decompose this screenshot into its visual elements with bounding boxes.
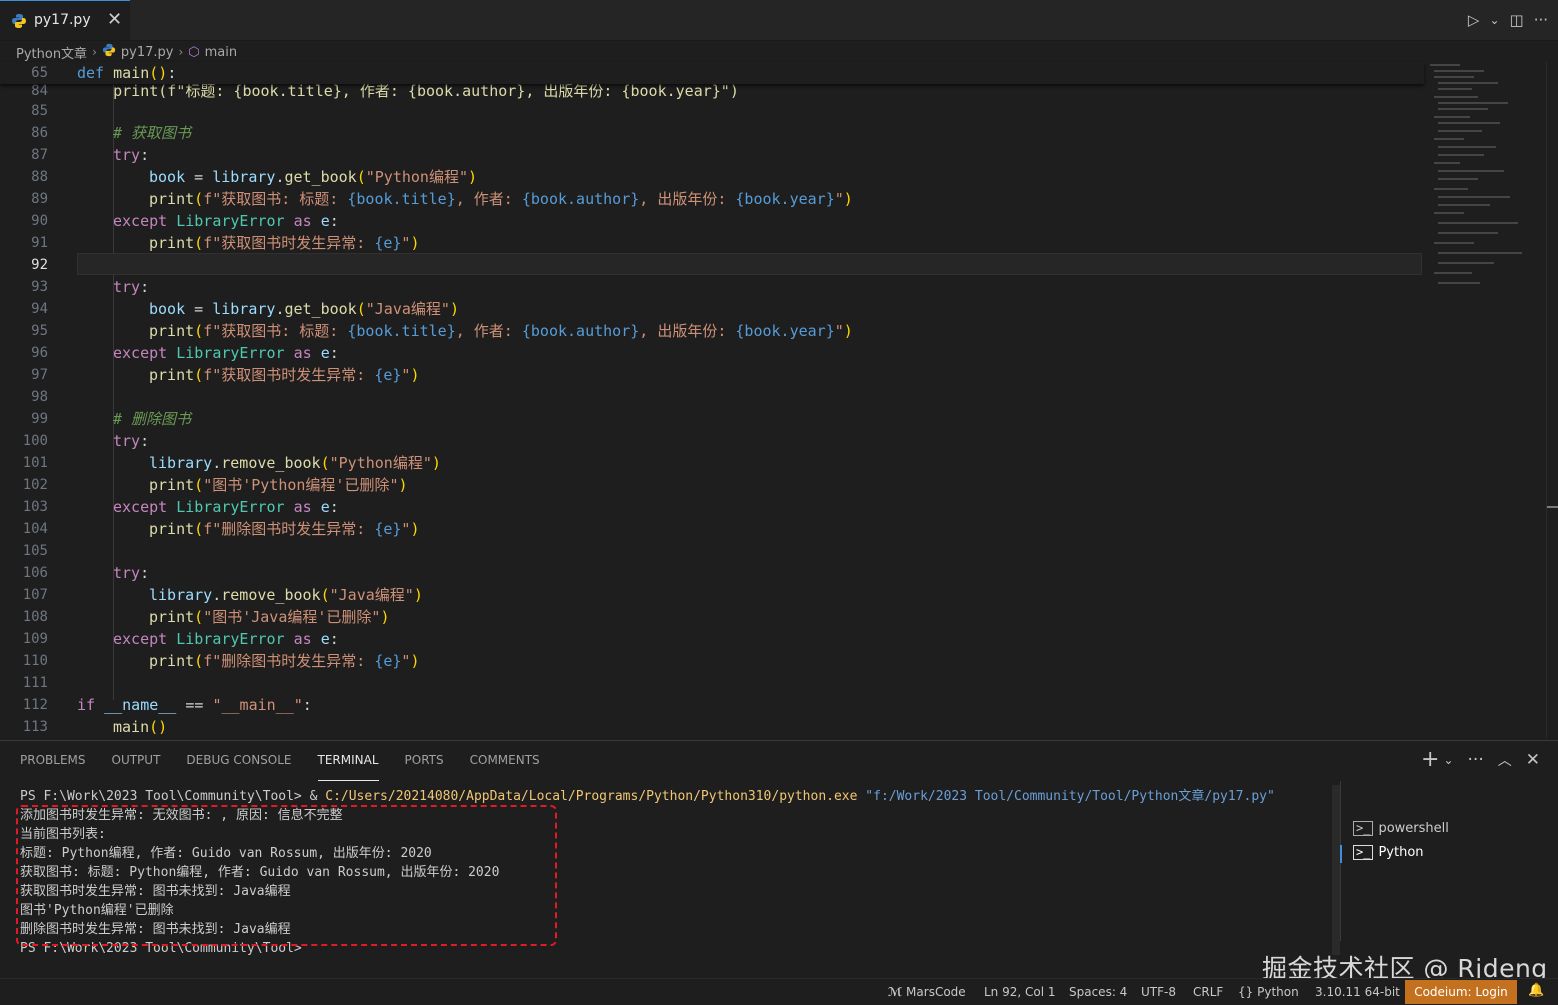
tab-debug-console[interactable]: DEBUG CONSOLE [186, 751, 291, 777]
more-actions-icon[interactable]: ··· [1534, 8, 1548, 32]
marscode-status[interactable]: ℳ MarsCode [888, 985, 966, 999]
chevron-right-icon: › [92, 45, 97, 59]
sticky-scroll-header[interactable]: 65 def main(): [0, 62, 1424, 84]
tab-bar: py17.py ✕ ▷ ⌄ ◫ ··· [0, 0, 1558, 41]
code-line[interactable]: 97 print(f"获取图书时发生异常: {e}") [0, 364, 1424, 386]
language-mode[interactable]: {} Python [1238, 985, 1299, 999]
code-line[interactable]: 107 library.remove_book("Java编程") [0, 584, 1424, 606]
terminal-item-powershell[interactable]: >_ powershell [1353, 821, 1449, 836]
code-line[interactable]: 103 except LibraryError as e: [0, 496, 1424, 518]
code-line[interactable]: 100 try: [0, 430, 1424, 452]
comment: # 删除图书 [113, 410, 192, 428]
line-ending[interactable]: CRLF [1193, 985, 1223, 999]
run-icon[interactable]: ▷ [1468, 8, 1480, 32]
marscode-icon: ℳ [888, 985, 903, 999]
tab-output[interactable]: OUTPUT [112, 751, 161, 777]
code-line[interactable]: 95 print(f"获取图书: 标题: {book.title}, 作者: {… [0, 320, 1424, 342]
code-editor[interactable]: 84 print(f"标题: {book.title}, 作者: {book.a… [0, 62, 1424, 738]
code-line[interactable]: 111 [0, 672, 1424, 694]
close-icon[interactable]: ✕ [1526, 750, 1540, 770]
chevron-down-icon[interactable]: ⌄ [1489, 8, 1499, 32]
terminal-icon: >_ [1353, 821, 1374, 836]
terminal-command-line: PS F:\Work\2023 Tool\Community\Tool> & C… [20, 789, 1275, 804]
chevron-down-icon[interactable]: ⌄ [1443, 753, 1453, 767]
panel-tabs: PROBLEMS OUTPUT DEBUG CONSOLE TERMINAL P… [20, 751, 540, 781]
code-line[interactable]: 101 library.remove_book("Python编程") [0, 452, 1424, 474]
python-file-icon [11, 13, 27, 33]
python-file-icon [102, 43, 116, 61]
tab-ports[interactable]: PORTS [405, 751, 444, 777]
code-line[interactable]: 93 try: [0, 276, 1424, 298]
code-line[interactable]: 113 main() [0, 716, 1424, 738]
editor-tab-py17[interactable]: py17.py ✕ [0, 0, 130, 40]
code-line-current[interactable]: 92 [0, 253, 1424, 276]
code-line[interactable]: 96 except LibraryError as e: [0, 342, 1424, 364]
breadcrumb-file[interactable]: py17.py [121, 45, 174, 60]
codeium-login-button[interactable]: Codeium: Login [1405, 980, 1517, 1004]
indentation[interactable]: Spaces: 4 [1069, 985, 1127, 999]
code-line[interactable]: 86 # 获取图书 [0, 122, 1424, 144]
more-actions-icon[interactable]: ··· [1468, 750, 1484, 770]
breadcrumb-folder[interactable]: Python文章 [16, 43, 87, 62]
cursor-position[interactable]: Ln 92, Col 1 [984, 985, 1056, 999]
bottom-panel: PROBLEMS OUTPUT DEBUG CONSOLE TERMINAL P… [0, 740, 1558, 983]
python-interpreter[interactable]: 3.10.11 64-bit [1315, 985, 1400, 999]
code-line[interactable]: 106 try: [0, 562, 1424, 584]
panel-actions: + ⌄ ··· ︿ ✕ [1421, 747, 1540, 772]
minimap[interactable] [1426, 62, 1546, 302]
editor-actions: ▷ ⌄ ◫ ··· [1468, 8, 1548, 32]
maximize-panel-icon[interactable]: ︿ [1498, 750, 1512, 770]
bell-icon[interactable]: 🔔 [1528, 983, 1544, 998]
terminal-icon: >_ [1353, 845, 1374, 860]
encoding[interactable]: UTF-8 [1141, 985, 1176, 999]
code-line[interactable]: 90 except LibraryError as e: [0, 210, 1424, 232]
editor-scrollbar[interactable] [1546, 62, 1558, 738]
output-highlight-box [16, 805, 557, 946]
code-line[interactable]: 85 [0, 100, 1424, 122]
breadcrumb-symbol[interactable]: main [205, 45, 237, 60]
scroll-position-marker [1547, 506, 1558, 508]
terminal-list: >_ powershell >_ Python [1340, 781, 1558, 941]
add-terminal-icon[interactable]: + [1421, 747, 1439, 772]
code-line[interactable]: 108 print("图书'Java编程'已删除") [0, 606, 1424, 628]
code-line[interactable]: 104 print(f"删除图书时发生异常: {e}") [0, 518, 1424, 540]
code-line[interactable]: 91 print(f"获取图书时发生异常: {e}") [0, 232, 1424, 254]
code-line[interactable]: 110 print(f"删除图书时发生异常: {e}") [0, 650, 1424, 672]
tab-problems[interactable]: PROBLEMS [20, 751, 86, 777]
split-editor-icon[interactable]: ◫ [1510, 8, 1524, 32]
cube-icon: ⬡ [188, 44, 200, 60]
status-bar: ℳ MarsCode Ln 92, Col 1 Spaces: 4 UTF-8 … [0, 978, 1558, 1005]
terminal-item-python[interactable]: >_ Python [1340, 845, 1424, 863]
braces-icon: {} [1238, 985, 1254, 999]
code-line[interactable]: 87 try: [0, 144, 1424, 166]
code-line[interactable]: 99 # 删除图书 [0, 408, 1424, 430]
code-line[interactable]: 112 if __name__ == "__main__": [0, 694, 1424, 716]
breadcrumb: Python文章 › py17.py › ⬡ main [16, 42, 237, 62]
chevron-right-icon: › [178, 45, 184, 59]
code-line[interactable]: 98 [0, 386, 1424, 408]
tab-terminal[interactable]: TERMINAL [317, 751, 379, 781]
current-line-highlight [77, 253, 1422, 275]
code-line[interactable]: 109 except LibraryError as e: [0, 628, 1424, 650]
code-line[interactable]: 94 book = library.get_book("Java编程") [0, 298, 1424, 320]
code-line[interactable]: 102 print("图书'Python编程'已删除") [0, 474, 1424, 496]
terminal-scrollbar[interactable] [1332, 785, 1340, 955]
close-icon[interactable]: ✕ [107, 9, 122, 30]
comment: # 获取图书 [113, 124, 192, 142]
tab-label: py17.py [34, 12, 91, 28]
code-line[interactable]: 88 book = library.get_book("Python编程") [0, 166, 1424, 188]
code-line[interactable]: 89 print(f"获取图书: 标题: {book.title}, 作者: {… [0, 188, 1424, 210]
tab-comments[interactable]: COMMENTS [470, 751, 540, 777]
code-line[interactable]: 105 [0, 540, 1424, 562]
